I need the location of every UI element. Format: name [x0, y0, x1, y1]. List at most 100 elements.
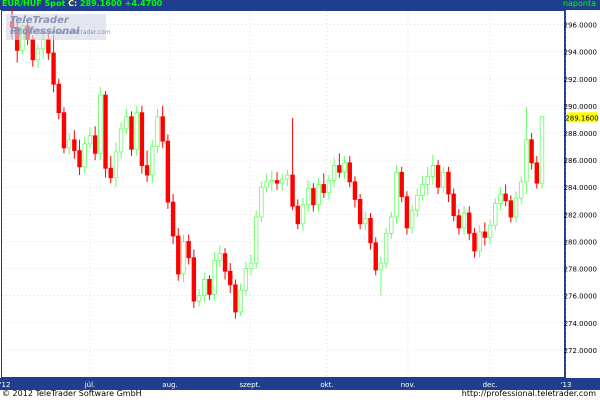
candle-up [238, 289, 243, 313]
candle-up [212, 260, 217, 295]
candle-down [30, 39, 35, 61]
candle-down [534, 162, 540, 184]
candle-down [207, 278, 212, 295]
candle-down [467, 212, 472, 234]
candle-down [144, 165, 150, 176]
candle-down [404, 196, 410, 229]
candle-up [461, 212, 467, 229]
candle-up [118, 128, 124, 153]
x-tick-label: dec. [483, 381, 498, 389]
candle-up [248, 262, 254, 269]
candle-up [498, 193, 503, 204]
y-tick-label: 294.0000 [564, 49, 597, 57]
candle-up [243, 268, 249, 291]
candle-up [363, 217, 368, 225]
candle-down [446, 171, 451, 195]
x-tick-label: '12 [0, 381, 10, 389]
candle-down [165, 140, 171, 203]
candle-up [519, 181, 524, 199]
y-tick-label: 288.0000 [564, 130, 597, 138]
y-tick-label: 278.0000 [564, 266, 597, 274]
candle-down [46, 39, 51, 54]
candle-up [305, 188, 311, 206]
y-tick-label: 280.0000 [564, 238, 597, 246]
candle-down [482, 231, 488, 238]
y-tick-label: 272.0000 [564, 347, 597, 355]
candle-down [321, 184, 326, 194]
candle-up [342, 162, 347, 173]
candle-up [150, 146, 155, 176]
candle-up [316, 184, 321, 206]
y-tick-label: 284.0000 [564, 184, 597, 192]
candle-up [441, 171, 446, 188]
candle-up [98, 94, 103, 154]
x-tick-label: júl. [84, 381, 96, 389]
candle-up [124, 116, 129, 130]
candle-down [176, 235, 181, 275]
footer-url[interactable]: http://professional.teletrader.com [462, 389, 596, 398]
candle-down [56, 83, 61, 114]
candle-up [134, 112, 139, 150]
candle-down [290, 174, 295, 207]
candle-down [61, 112, 67, 149]
chart-svg: 296.0000 294.0000 292.0000 290.0000 288.0000… [0, 8, 599, 389]
candle-down [373, 242, 378, 271]
candle-up [409, 209, 415, 229]
candle-up [113, 151, 119, 179]
candle-down [92, 135, 98, 154]
candle-up [493, 203, 498, 226]
y-tick-label: 286.0000 [564, 157, 597, 165]
candle-down [103, 94, 108, 169]
candle-up [430, 165, 436, 177]
candle-up [35, 48, 41, 61]
candle-up [87, 135, 93, 145]
candle-up [420, 184, 425, 196]
candle-down [170, 201, 176, 237]
copyright-text: © 2012 TeleTrader Software GmbH [2, 389, 142, 398]
candle-up [378, 262, 384, 271]
candle-up [196, 295, 202, 302]
candle-down [274, 180, 280, 184]
candle-down [352, 181, 358, 200]
candle-up [285, 174, 290, 180]
watermark-logo: TeleTrader Professional http://professio… [6, 14, 111, 40]
candle-up [259, 186, 264, 218]
candle-down [472, 232, 477, 252]
candle-down [233, 284, 238, 313]
candle-down [139, 112, 145, 166]
last-price-label: 289.1600 [565, 114, 598, 122]
candle-up [513, 197, 519, 218]
candle-up [524, 139, 529, 183]
candle-down [72, 139, 77, 152]
x-tick-label: '13 [561, 381, 572, 389]
candle-down [51, 52, 56, 85]
candle-up [394, 171, 399, 218]
logo-url: http://professional.teletrader.com [10, 29, 111, 36]
candle-up [254, 216, 259, 264]
candle-up [415, 194, 420, 211]
candle-up [487, 224, 493, 238]
candle-down [337, 165, 342, 173]
candle-down [228, 270, 233, 286]
candle-down [456, 215, 462, 229]
x-tick-label: okt. [320, 381, 333, 389]
candle-down [108, 167, 113, 179]
candle-down [295, 205, 300, 225]
candle-up [300, 204, 306, 225]
candle-down [347, 162, 352, 183]
candle-down [399, 171, 404, 198]
candle-up [269, 180, 275, 183]
candle-down [222, 253, 228, 272]
y-tick-label: 296.0000 [564, 22, 597, 30]
candle-up [40, 39, 46, 50]
candle-up [217, 253, 223, 261]
footer: © 2012 TeleTrader Software GmbH http://p… [0, 389, 600, 400]
candle-up [181, 241, 186, 275]
candle-up [425, 175, 430, 185]
y-tick-label: 274.0000 [564, 320, 597, 328]
candle-down [503, 193, 508, 202]
candle-up [66, 139, 72, 149]
y-tick-label: 292.0000 [564, 76, 597, 84]
y-tick-label: 276.0000 [564, 293, 597, 301]
candle-up [477, 231, 482, 252]
